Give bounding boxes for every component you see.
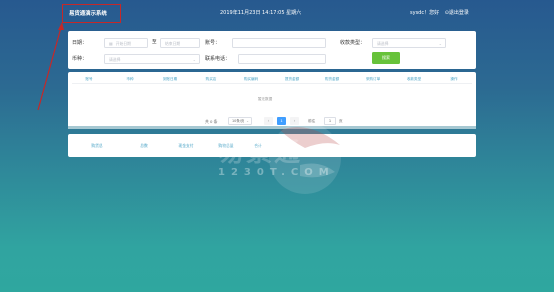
date-start-placeholder: 开始日期 [115, 41, 131, 46]
empty-state-text: 暂无数据 [257, 97, 273, 101]
chevron-down-icon: ⌄ [438, 41, 442, 46]
column-header: 到账日期 [162, 77, 178, 81]
page-size-select[interactable]: 10条/页 ⌄ [228, 117, 252, 125]
collect-type-label: 收款类型： [340, 40, 366, 46]
column-header: 采购订单 [365, 77, 381, 81]
column-header: 币种 [126, 77, 134, 81]
results-table: 账号 币种 到账日期 购买店 购买编码 提货金额 购货金额 采购订单 收款类型 … [68, 72, 476, 129]
summary-item: 现金支付 [178, 143, 194, 148]
watermark-domain: 1230T.COM [218, 167, 335, 178]
watermark-brand: 易景通 [218, 138, 303, 168]
date-separator: 至 [152, 40, 157, 45]
column-header: 购买编码 [243, 77, 259, 81]
collect-type-select[interactable]: 请选择 ⌄ [372, 38, 446, 48]
title-highlight-box [62, 4, 121, 23]
column-header: 操作 [450, 77, 458, 81]
column-header: 购买店 [205, 77, 217, 81]
contact-phone-label: 联系电话： [205, 56, 231, 62]
page-suffix: 页 [339, 119, 343, 123]
summary-item: 总数 [140, 143, 148, 148]
summary-item: 购货总 [91, 143, 103, 148]
user-greeting: sysdc！您好 [410, 10, 440, 16]
page-number-button[interactable]: 1 [277, 117, 286, 125]
goto-page-input[interactable]: 1 [324, 117, 336, 125]
contact-phone-input[interactable] [238, 54, 326, 64]
currency-select[interactable]: 请选择 ⌄ [104, 54, 200, 64]
chevron-down-icon: ⌄ [246, 119, 249, 123]
date-end-input[interactable]: 结束日期 [160, 38, 200, 48]
date-label: 日期： [72, 40, 88, 46]
date-end-placeholder: 结束日期 [165, 41, 181, 46]
account-input[interactable] [232, 38, 326, 48]
calendar-icon: ▦ [109, 41, 113, 46]
account-label: 账号： [205, 40, 221, 46]
date-start-input[interactable]: ▦ 开始日期 [104, 38, 148, 48]
currency-placeholder: 请选择 [109, 57, 121, 62]
currency-label: 币种： [72, 56, 88, 62]
column-header: 提货金额 [284, 77, 300, 81]
user-area: sysdc！您好 ⊙退出登录 [410, 9, 469, 16]
goto-label: 前往 [308, 119, 316, 123]
column-header: 收款类型 [406, 77, 422, 81]
page-size-value: 10条/页 [232, 119, 245, 123]
pagination-total: 共 0 条 [205, 119, 218, 124]
top-bar: 易货通演示系统 2019年11月23日 14:17:05 星期六 sysdc！您… [0, 0, 554, 24]
logout-link[interactable]: ⊙退出登录 [445, 10, 469, 16]
current-datetime: 2019年11月23日 14:17:05 星期六 [220, 10, 302, 16]
next-page-button[interactable]: › [290, 117, 299, 125]
chevron-down-icon: ⌄ [192, 57, 196, 62]
search-button[interactable]: 搜索 [372, 52, 400, 64]
column-header: 购货金额 [324, 77, 340, 81]
table-bottom-strip [68, 126, 476, 129]
collect-type-placeholder: 请选择 [377, 41, 389, 46]
column-header: 账号 [85, 77, 93, 81]
prev-page-button[interactable]: ‹ [264, 117, 273, 125]
header-divider [72, 83, 472, 84]
